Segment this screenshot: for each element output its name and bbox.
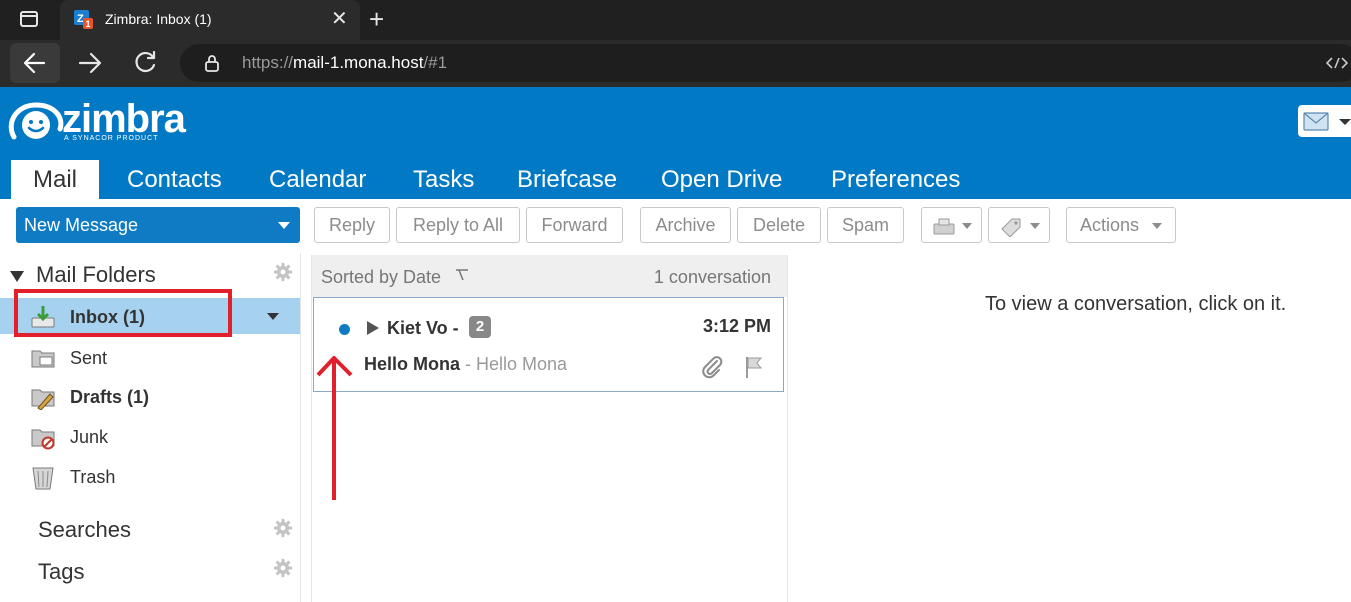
forward-button[interactable]: Forward <box>526 207 623 243</box>
reading-pane: To view a conversation, click on it. <box>797 255 1351 602</box>
sort-direction-icon[interactable] <box>455 269 469 281</box>
trash-icon <box>32 467 54 490</box>
red-arrow-annotation <box>316 356 353 500</box>
gear-icon[interactable] <box>274 559 292 577</box>
message-count-badge: 2 <box>469 316 491 338</box>
back-button[interactable] <box>10 43 60 83</box>
tab-tasks[interactable]: Tasks <box>413 160 474 199</box>
lock-icon[interactable] <box>204 54 220 72</box>
tab-open-drive[interactable]: Open Drive <box>661 160 782 199</box>
message-time: 3:12 PM <box>702 316 771 336</box>
list-item[interactable]: Kiet Vo - 2 3:12 PM Hello Mona - Hello M… <box>313 297 784 392</box>
message-subject: Hello Mona - Hello Mona <box>364 354 568 374</box>
url-text: https://mail-1.mona.host/#1 <box>242 53 448 72</box>
envelope-icon <box>1303 112 1351 131</box>
close-tab-icon[interactable]: ✕ <box>331 8 348 30</box>
mail-status-widget[interactable] <box>1298 105 1351 137</box>
zimbra-header: zimbra A SYNACOR PRODUCT Mail Contacts C… <box>0 87 1351 199</box>
new-message-dropdown-icon[interactable] <box>278 222 290 229</box>
browser-tab[interactable]: Z 1 Zimbra: Inbox (1) ✕ <box>60 0 360 40</box>
new-message-label: New Message <box>24 215 139 235</box>
folder-label: Junk <box>70 427 109 447</box>
folder-trash[interactable]: Trash <box>0 458 300 494</box>
tag-button[interactable] <box>988 207 1050 243</box>
junk-folder-icon <box>31 429 55 450</box>
reply-button[interactable]: Reply <box>314 207 390 243</box>
move-dropdown-icon <box>962 223 972 230</box>
folder-label: Drafts (1) <box>70 387 150 407</box>
actions-label: Actions <box>1079 215 1139 235</box>
tab-briefcase[interactable]: Briefcase <box>517 160 617 199</box>
tag-dropdown-icon <box>1029 223 1040 230</box>
folder-junk[interactable]: Junk <box>0 418 300 454</box>
svg-text:Z: Z <box>77 13 84 25</box>
drafts-folder-icon <box>31 389 55 410</box>
gear-icon[interactable] <box>274 519 292 537</box>
spam-button[interactable]: Spam <box>827 207 904 243</box>
browser-tab-bar: Z 1 Zimbra: Inbox (1) ✕ + <box>0 0 1351 40</box>
reading-pane-hint: To view a conversation, click on it. <box>985 293 1287 315</box>
mail-toolbar: New Message Reply Reply to All Forward A… <box>0 199 1351 253</box>
move-to-folder-icon <box>933 218 955 235</box>
attachment-paperclip-icon <box>702 356 723 379</box>
delete-button[interactable]: Delete <box>737 207 821 243</box>
flag-icon[interactable] <box>743 355 765 379</box>
gear-icon[interactable] <box>274 263 292 281</box>
folder-label: Trash <box>70 467 116 487</box>
expand-conversation-icon[interactable] <box>367 321 379 335</box>
tag-icon <box>1001 218 1021 238</box>
tab-preferences[interactable]: Preferences <box>831 160 960 199</box>
svg-text:1: 1 <box>86 19 91 29</box>
searches-header[interactable]: Searches <box>38 517 131 543</box>
logo-tagline: A SYNACOR PRODUCT <box>64 135 159 142</box>
archive-button[interactable]: Archive <box>640 207 731 243</box>
zimbra-smiley-icon <box>8 102 64 140</box>
tab-contacts[interactable]: Contacts <box>127 160 222 199</box>
tab-mail[interactable]: Mail <box>11 160 100 199</box>
tab-calendar[interactable]: Calendar <box>269 160 366 199</box>
sent-folder-icon <box>31 350 55 368</box>
reader-mode-icon[interactable] <box>1326 55 1348 71</box>
folder-menu-dropdown-icon[interactable] <box>267 313 279 320</box>
browser-toolbar: https://mail-1.mona.host/#1 <box>0 40 1351 87</box>
move-button[interactable] <box>921 207 982 243</box>
folder-drafts[interactable]: Drafts (1) <box>0 378 300 414</box>
folder-sent[interactable]: Sent <box>0 339 300 375</box>
list-header: Sorted by Date 1 conversation <box>312 255 787 297</box>
highlight-box <box>14 289 232 337</box>
collapse-triangle-icon[interactable] <box>10 270 24 282</box>
zimbra-favicon-icon: Z 1 <box>74 10 93 29</box>
reload-icon[interactable] <box>127 45 163 81</box>
actions-dropdown-icon <box>1152 223 1163 230</box>
forward-arrow-icon[interactable] <box>72 45 108 81</box>
unread-dot-icon[interactable] <box>339 324 350 335</box>
sender-name: Kiet Vo - <box>387 318 459 338</box>
folder-label: Sent <box>70 348 108 368</box>
sort-label[interactable]: Sorted by Date <box>321 267 441 288</box>
tab-actions-icon[interactable] <box>20 11 38 27</box>
message-list: Sorted by Date 1 conversation Kiet Vo - … <box>311 255 788 602</box>
reply-all-button[interactable]: Reply to All <box>396 207 520 243</box>
tab-title: Zimbra: Inbox (1) <box>105 11 212 27</box>
mail-folders-header[interactable]: Mail Folders <box>10 262 156 288</box>
new-message-button[interactable]: New Message <box>16 207 300 243</box>
new-tab-icon[interactable]: + <box>369 5 384 33</box>
actions-button[interactable]: Actions <box>1066 207 1176 243</box>
conversation-count: 1 conversation <box>653 267 771 287</box>
back-arrow-icon <box>23 52 46 74</box>
address-bar[interactable]: https://mail-1.mona.host/#1 <box>180 44 1351 82</box>
tags-header[interactable]: Tags <box>38 559 84 585</box>
